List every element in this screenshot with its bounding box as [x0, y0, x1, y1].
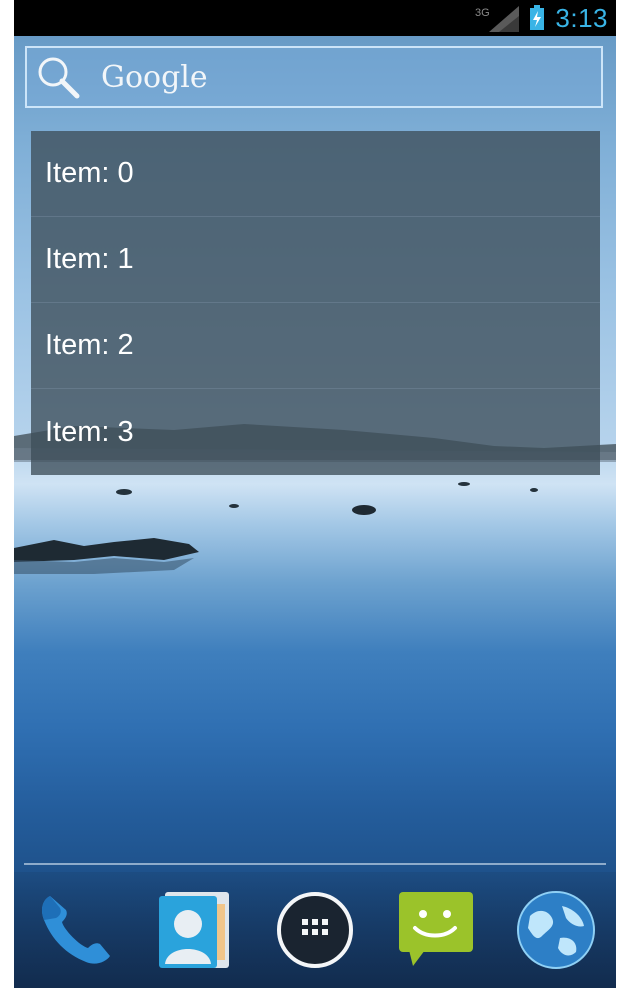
- browser-icon[interactable]: [512, 886, 600, 974]
- list-widget: Item: 0 Item: 1 Item: 2 Item: 3: [31, 131, 600, 475]
- messaging-icon[interactable]: [391, 886, 479, 974]
- status-clock: 3:13: [555, 2, 608, 33]
- network-type-label: 3G: [475, 7, 490, 19]
- dock: [14, 872, 616, 988]
- list-item[interactable]: Item: 0: [31, 131, 600, 217]
- list-item[interactable]: Item: 2: [31, 303, 600, 389]
- contacts-icon[interactable]: [151, 886, 239, 974]
- app-drawer-icon[interactable]: [271, 886, 359, 974]
- phone-icon[interactable]: [30, 886, 118, 974]
- battery-icon: [529, 5, 545, 31]
- status-bar: 3G 3:13: [14, 0, 616, 36]
- list-item-label: Item: 3: [45, 415, 134, 448]
- list-item-label: Item: 0: [45, 157, 134, 189]
- lake-rocks: [14, 482, 538, 574]
- list-item-label: Item: 2: [45, 329, 134, 361]
- search-label: Google: [101, 59, 208, 95]
- list-item[interactable]: Item: 1: [31, 217, 600, 303]
- search-icon: [35, 54, 81, 100]
- list-item[interactable]: Item: 3: [31, 389, 600, 475]
- signal-icon: 3G: [475, 4, 520, 32]
- list-item-label: Item: 1: [45, 243, 134, 275]
- google-search-bar[interactable]: Google: [25, 46, 603, 108]
- dock-divider: [24, 863, 606, 865]
- home-screen: 3G 3:13 Google Item: 0 Item: 1 Item: 2 I…: [14, 0, 616, 988]
